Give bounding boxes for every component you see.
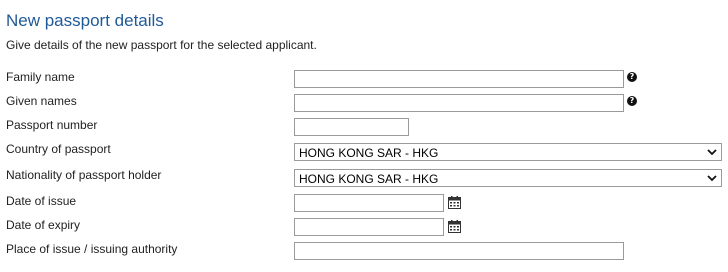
nationality-select[interactable]: HONG KONG SAR - HKG <box>294 169 722 187</box>
place-of-issue-label: Place of issue / issuing authority <box>6 242 178 256</box>
calendar-icon[interactable] <box>448 220 461 233</box>
chevron-down-icon <box>707 175 717 182</box>
date-of-issue-label: Date of issue <box>6 194 77 208</box>
country-of-passport-label: Country of passport <box>6 142 111 156</box>
family-name-input[interactable] <box>294 70 624 88</box>
chevron-down-icon <box>707 149 717 156</box>
calendar-icon[interactable] <box>448 196 461 209</box>
given-names-label: Given names <box>6 94 77 108</box>
passport-number-label: Passport number <box>6 118 98 132</box>
section-subtitle: Give details of the new passport for the… <box>6 38 317 52</box>
nationality-label: Nationality of passport holder <box>6 168 162 182</box>
date-of-issue-input[interactable] <box>294 194 444 212</box>
date-of-expiry-label: Date of expiry <box>6 218 81 232</box>
nationality-value: HONG KONG SAR - HKG <box>299 172 439 186</box>
help-icon[interactable]: ? <box>627 96 637 106</box>
section-title: New passport details <box>6 11 164 30</box>
place-of-issue-input[interactable] <box>294 242 624 260</box>
family-name-label: Family name <box>6 70 75 84</box>
passport-number-input[interactable] <box>294 118 409 136</box>
help-icon[interactable]: ? <box>627 72 637 82</box>
country-of-passport-value: HONG KONG SAR - HKG <box>299 146 439 160</box>
date-of-expiry-input[interactable] <box>294 218 444 236</box>
country-of-passport-select[interactable]: HONG KONG SAR - HKG <box>294 143 722 161</box>
given-names-input[interactable] <box>294 94 624 112</box>
